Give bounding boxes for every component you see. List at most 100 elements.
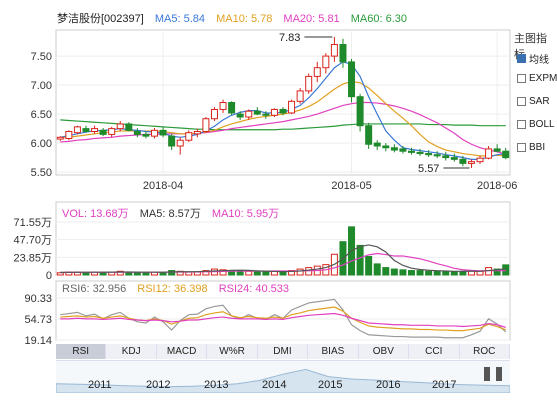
- nav-year-2013: 2013: [204, 379, 229, 391]
- volume-ma5-line: [60, 244, 506, 274]
- candle-body: [253, 110, 261, 115]
- rsi-tick-label: 90.33: [24, 293, 52, 305]
- rsi6-legend: RSI6: 32.956: [62, 283, 127, 295]
- candle-body: [91, 128, 99, 133]
- volume-bar: [407, 270, 415, 276]
- indicator-tabs: RSI KDJ MACD W%R DMI BIAS OBV CCI ROC: [56, 344, 510, 359]
- rsi12-legend: RSI12: 36.398: [137, 283, 208, 295]
- tab-roc[interactable]: ROC: [460, 344, 510, 359]
- candle-body: [476, 157, 484, 163]
- nav-year-2012: 2012: [146, 379, 171, 391]
- volume-bar: [99, 272, 107, 276]
- candle-body: [502, 150, 510, 159]
- nav-year-2011: 2011: [88, 379, 112, 391]
- candle-body: [365, 125, 373, 145]
- rsi24-legend: RSI24: 40.533: [218, 283, 290, 295]
- volume-bar: [450, 271, 458, 276]
- candle-body: [151, 129, 159, 137]
- volume-bar: [442, 270, 450, 276]
- price-tick-label: 6.50: [31, 109, 52, 121]
- candle-body: [382, 145, 390, 149]
- tab-bias[interactable]: BIAS: [308, 344, 359, 359]
- price-tick-label: 5.50: [31, 167, 52, 179]
- price-tick-label: 6.00: [31, 138, 52, 150]
- candle-body: [202, 118, 210, 132]
- volume-legend: VOL: 13.68万 MA5: 8.57万 MA10: 5.95万: [62, 205, 287, 221]
- volume-bar: [236, 270, 244, 276]
- volume-bar: [133, 272, 141, 276]
- volume-bar: [56, 272, 64, 276]
- candle-body: [185, 132, 193, 141]
- tab-macd[interactable]: MACD: [157, 344, 208, 359]
- candle-body: [73, 126, 81, 134]
- low-annotation: 5.57: [418, 163, 439, 175]
- volume-tick-label: 0: [46, 270, 52, 282]
- high-annotation: 7.83: [279, 32, 300, 44]
- tab-dmi[interactable]: DMI: [258, 344, 309, 359]
- ma10-line: [60, 81, 506, 157]
- tab-cci[interactable]: CCI: [409, 344, 460, 359]
- nav-year-2016: 2016: [376, 379, 401, 391]
- candle-body: [339, 44, 347, 63]
- volume-bar: [373, 263, 381, 276]
- candle-body: [168, 135, 176, 147]
- tab-kdj[interactable]: KDJ: [106, 344, 157, 359]
- volume-tick-label: 47.70万: [13, 235, 52, 247]
- candle-body: [330, 44, 338, 57]
- candle-body: [176, 139, 184, 147]
- candle-body: [125, 123, 133, 131]
- candle-body: [356, 96, 364, 127]
- volume-bar: [279, 271, 287, 276]
- volume-bar: [382, 267, 390, 276]
- volume-bar: [296, 268, 304, 276]
- candle-body: [288, 100, 296, 114]
- candle-body: [99, 129, 107, 135]
- volume-bar: [502, 264, 510, 276]
- tab-obv[interactable]: OBV: [359, 344, 410, 359]
- volume-tick-label: 23.85万: [13, 252, 52, 264]
- candle-body: [108, 128, 116, 135]
- rsi-tick-label: 54.73: [24, 314, 52, 326]
- volume-bar: [262, 271, 270, 276]
- nav-year-2014: 2014: [262, 379, 287, 391]
- candle-body: [348, 61, 356, 98]
- price-plot-frame: [55, 29, 511, 176]
- candle-body: [450, 157, 458, 160]
- candle-body: [485, 148, 493, 159]
- time-navigator[interactable]: 2011 2012 2013 2014 2015 2016 2017: [56, 360, 510, 393]
- tab-wr[interactable]: W%R: [207, 344, 258, 359]
- volume-bar: [416, 270, 424, 276]
- candle-body: [305, 75, 313, 92]
- nav-year-2017: 2017: [432, 379, 457, 391]
- volume-bar: [399, 269, 407, 276]
- tab-rsi[interactable]: RSI: [56, 344, 107, 359]
- candle-body: [407, 150, 415, 153]
- candle-body: [228, 102, 236, 114]
- candle-body: [116, 123, 124, 130]
- volume-bar: [253, 271, 261, 276]
- rsi24-line: [60, 312, 506, 328]
- candle-body: [245, 110, 253, 118]
- navigator-handle-left[interactable]: [484, 367, 490, 381]
- volume-bar: [390, 268, 398, 276]
- candle-body: [262, 113, 270, 116]
- candle-body: [390, 147, 398, 151]
- candle-body: [373, 142, 381, 147]
- navigator-handle[interactable]: [496, 367, 502, 381]
- nav-year-2015: 2015: [318, 379, 343, 391]
- volume-bar: [365, 255, 373, 276]
- volume-bar: [356, 244, 364, 276]
- candle-body: [399, 148, 407, 152]
- candle-body: [425, 153, 433, 156]
- volume-bar: [142, 272, 150, 276]
- candle-body: [236, 113, 244, 118]
- candle-body: [279, 108, 287, 114]
- price-tick-label: 7.50: [31, 51, 52, 63]
- candle-body: [416, 151, 424, 155]
- date-tick-label: 2018-06: [477, 180, 517, 192]
- candle-body: [159, 129, 167, 136]
- volume-bar: [433, 270, 441, 276]
- volume-bar: [168, 270, 176, 276]
- candle-body: [313, 67, 321, 77]
- candle-body: [467, 161, 475, 164]
